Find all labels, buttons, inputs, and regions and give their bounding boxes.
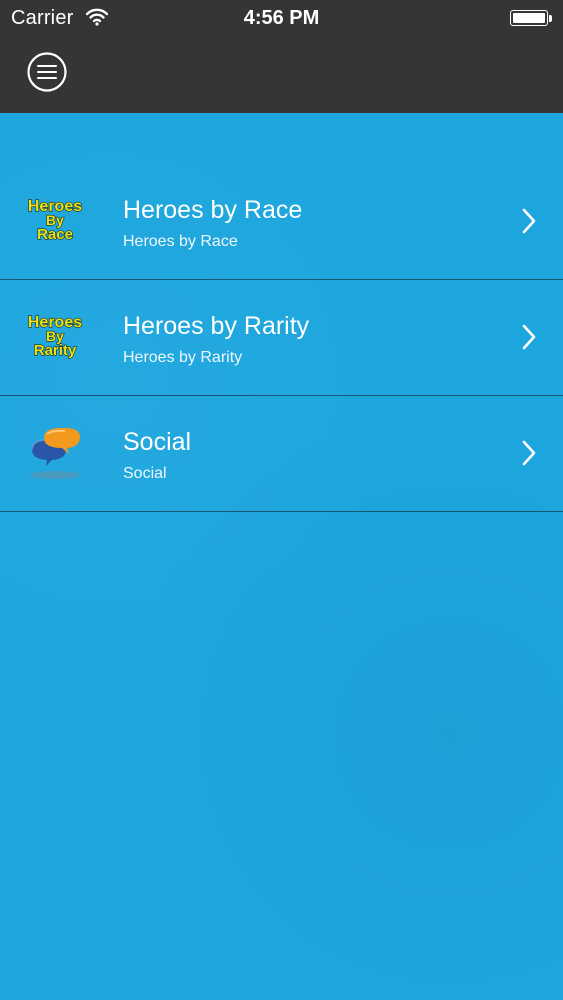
list-item-title: Heroes by Race: [123, 196, 303, 224]
heroes-by-rarity-logo-icon: Heroes By Rarity: [27, 313, 83, 359]
status-time: 4:56 PM: [243, 7, 320, 29]
battery-icon: [510, 10, 548, 26]
hamburger-menu-icon[interactable]: [27, 52, 67, 92]
top-bar: Carrier 4:56 PM: [0, 0, 563, 113]
logo-line-3: Rarity: [34, 342, 77, 359]
heroes-by-race-logo-icon: Heroes By Race: [27, 197, 83, 243]
menu-content: Heroes By Race Heroes by Race Heroes by …: [0, 113, 563, 1000]
list-item-subtitle: Heroes by Race: [123, 233, 238, 250]
menu-list: Heroes By Race Heroes by Race Heroes by …: [0, 164, 563, 512]
battery-tip: [549, 15, 552, 22]
chevron-right-icon: [522, 208, 536, 234]
list-item-social[interactable]: Social Social: [0, 396, 563, 512]
list-item-heroes-by-rarity[interactable]: Heroes By Rarity Heroes by Rarity Heroes…: [0, 280, 563, 396]
list-item-heroes-by-race[interactable]: Heroes By Race Heroes by Race Heroes by …: [0, 164, 563, 280]
list-item-subtitle: Social: [123, 465, 167, 482]
social-chat-bubbles-icon: [30, 428, 80, 479]
chevron-right-icon: [522, 440, 536, 466]
logo-line-3: Race: [37, 226, 73, 243]
chevron-right-icon: [522, 324, 536, 350]
list-item-subtitle: Heroes by Rarity: [123, 349, 243, 366]
list-item-title: Heroes by Rarity: [123, 312, 310, 340]
status-bar: Carrier 4:56 PM: [0, 0, 563, 38]
list-item-title: Social: [123, 428, 192, 456]
